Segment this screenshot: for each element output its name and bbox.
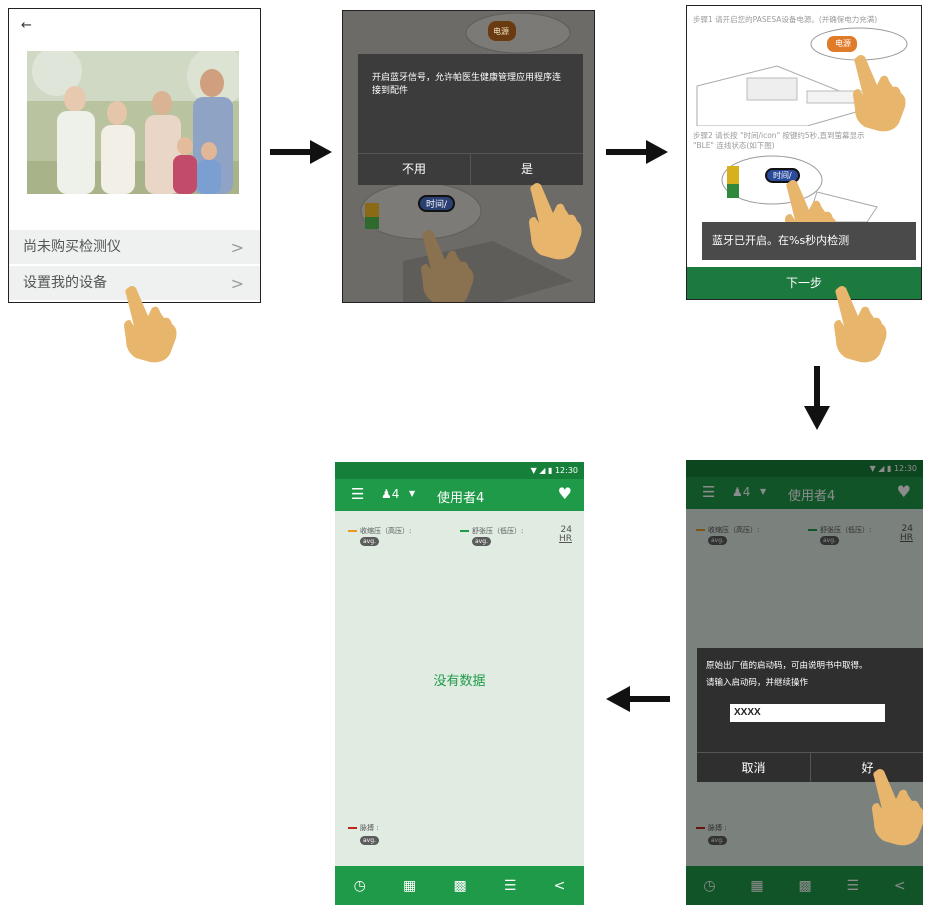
diastolic-dash [460, 530, 469, 532]
dialog-message: 原始出厂值的启动码，可由说明书中取得。 请输入启动码，并继续操作 [706, 658, 868, 692]
diastolic-legend: 舒张压（低压）: [460, 526, 523, 536]
screen-dashboard: ▼ ◢ ▮ 12:30 ☰ ♟4 ▼ 使用者4 ♥ 收缩压（高压）: avg. … [335, 462, 584, 905]
battery-icon: ▮ [547, 466, 553, 475]
step2-line2: "BLE" 连线状态(如下图) [693, 141, 775, 150]
not-purchased-row[interactable]: 尚未购买检测仪 > [9, 229, 260, 264]
arrow-right-icon [270, 140, 332, 164]
user-number: 4 [391, 487, 400, 501]
pulse-dash [348, 827, 357, 829]
power-label: 电源 [493, 27, 509, 36]
tap-hand-icon [124, 286, 177, 363]
tap-hand-icon [529, 183, 582, 260]
hr24-unit: HR [558, 534, 572, 544]
step2-line1: 步骤2 请长按 "时间/icon" 按键约5秒,直到萤幕显示 [693, 131, 865, 140]
activation-code-input[interactable] [730, 704, 885, 722]
diastolic-label: 舒张压（低压）: [472, 527, 524, 535]
bluetooth-toast: 蓝牙已开启。在%s秒内检测 [702, 222, 916, 260]
screen-device-setup: 步骤1 请开启您的PASESA设备电源。(并确保电力充满) 电源 步骤2 请长按… [686, 5, 922, 300]
systolic-legend: 收缩压（高压）: [348, 526, 411, 536]
app-toolbar: ☰ ♟4 ▼ 使用者4 ♥ [335, 479, 584, 511]
screen-bluetooth-prompt: 电源 时间/ 开启蓝牙信号，允许帕医生健康管理应用程序连接到配件 不用 是 [342, 10, 595, 303]
caret-down-icon[interactable]: ▼ [409, 489, 415, 498]
cancel-button[interactable]: 取消 [697, 753, 810, 782]
tap-hand-icon [421, 230, 474, 302]
tap-hand-icon [872, 769, 923, 846]
calendar-day-icon[interactable]: ▦ [403, 878, 416, 894]
screen-home: ← 尚未购买检测仪 > 设置我的设备 > [8, 8, 261, 303]
wifi-icon: ▼ [530, 466, 537, 475]
calendar-month-icon[interactable]: ▩ [453, 878, 466, 894]
pulse-legend: 脉搏 : [348, 823, 379, 833]
back-arrow-icon[interactable]: ← [21, 18, 32, 33]
pulse-avg-badge: avg. [360, 836, 379, 845]
hamburger-menu-icon[interactable]: ☰ [351, 485, 364, 503]
chevron-right-icon: > [230, 274, 244, 293]
status-bar: ▼ ◢ ▮ 12:30 [335, 462, 584, 479]
arrow-right-icon [606, 140, 668, 164]
status-time: 12:30 [554, 466, 578, 475]
family-photo [27, 51, 239, 194]
diastolic-avg-badge: avg. [472, 537, 491, 546]
tap-hand-icon [834, 286, 887, 363]
list-icon[interactable]: ☰ [504, 878, 517, 894]
systolic-avg-badge: avg. [360, 537, 379, 546]
pulse-label: 脉搏 : [360, 824, 379, 832]
bottom-nav: ◷ ▦ ▩ ☰ < [335, 866, 584, 905]
user-title: 使用者4 [437, 491, 485, 506]
not-purchased-label: 尚未购买检测仪 [23, 239, 121, 255]
alarm-clock-icon[interactable]: ◷ [354, 878, 366, 894]
arrow-left-icon [606, 686, 670, 712]
chevron-right-icon: > [230, 238, 244, 257]
dialog-line2: 请输入启动码，并继续操作 [706, 678, 809, 688]
step1-text: 步骤1 请开启您的PASESA设备电源。(并确保电力充满) [693, 15, 878, 24]
time-button-label: 时间/ [418, 195, 456, 212]
dialog-message: 开启蓝牙信号，允许帕医生健康管理应用程序连接到配件 [372, 73, 562, 96]
tap-hand-icon [853, 55, 906, 132]
heart-rate-icon[interactable]: ♥ [558, 484, 572, 503]
time-range-toggle[interactable]: 24 HR [559, 526, 572, 544]
person-icon: ♟ [381, 487, 392, 501]
setup-device-label: 设置我的设备 [23, 275, 107, 291]
arrow-down-icon [804, 366, 830, 430]
signal-icon: ◢ [539, 466, 546, 475]
user-selector[interactable]: ♟4 [381, 487, 399, 501]
share-icon[interactable]: < [554, 878, 566, 894]
systolic-dash [348, 530, 357, 532]
decline-button[interactable]: 不用 [358, 154, 470, 185]
bluetooth-dialog: 开启蓝牙信号，允许帕医生健康管理应用程序连接到配件 不用 是 [358, 54, 583, 185]
no-data-message: 没有数据 [433, 674, 486, 689]
activation-dialog: 原始出厂值的启动码，可由说明书中取得。 请输入启动码，并继续操作 取消 好 [697, 648, 923, 782]
dialog-line1: 原始出厂值的启动码，可由说明书中取得。 [706, 661, 868, 671]
systolic-label: 收缩压（高压）: [360, 527, 412, 535]
screen-activation-code: ▼ ◢ ▮ 12:30 ☰ ♟4 ▼ 使用者4 ♥ 收缩压（高压）: avg. … [686, 460, 923, 905]
power-label: 电源 [835, 39, 851, 48]
